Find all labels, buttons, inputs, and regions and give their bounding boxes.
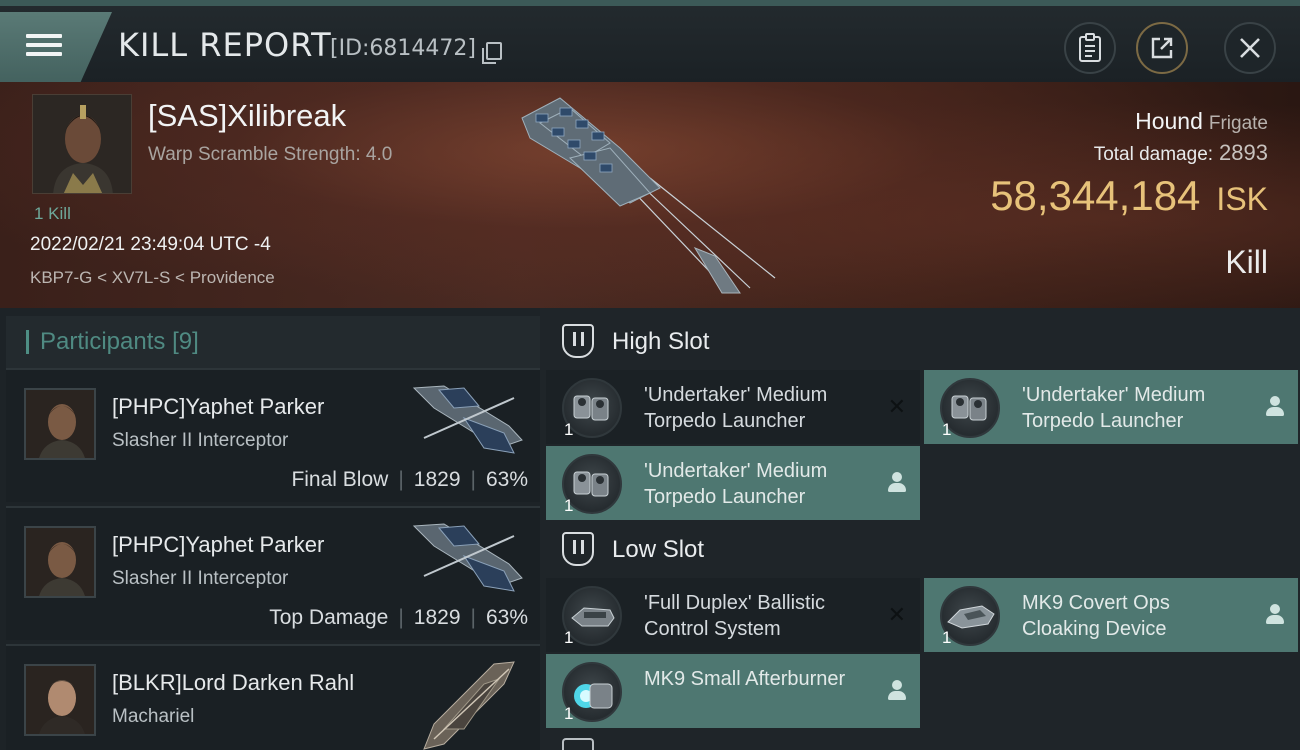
title-bar: KILL REPORT [ID:6814472] bbox=[0, 0, 1300, 82]
clipboard-button[interactable] bbox=[1064, 22, 1116, 74]
fittings-panel: High Slot 1 'Undertaker' Medium Torpedo … bbox=[540, 308, 1300, 750]
close-button[interactable] bbox=[1224, 22, 1276, 74]
total-damage: Total damage: 2893 bbox=[1094, 140, 1268, 166]
participant-name[interactable]: [PHPC]Yaphet Parker bbox=[112, 394, 324, 420]
module-quantity: 1 bbox=[942, 628, 952, 647]
module-name: 'Undertaker' Medium Torpedo Launcher bbox=[644, 460, 828, 508]
participant-ship-image bbox=[423, 661, 515, 750]
victim-kill-count: 1 Kill bbox=[34, 204, 71, 223]
share-icon bbox=[1151, 37, 1173, 59]
module-quantity: 1 bbox=[564, 496, 574, 515]
victim-name[interactable]: [SAS]Xilibreak bbox=[148, 98, 346, 134]
destroyed-icon: ✕ bbox=[887, 602, 906, 627]
participant-ship-image bbox=[412, 385, 523, 454]
low-slot-header: Low Slot bbox=[540, 520, 1300, 578]
module-item[interactable]: 1 'Undertaker' Medium Torpedo Launcher bbox=[924, 370, 1298, 444]
module-name: 'Undertaker' Medium Torpedo Launcher bbox=[644, 384, 828, 432]
ship-name: Hound bbox=[1135, 108, 1203, 134]
module-quantity: 1 bbox=[942, 420, 952, 439]
high-slot-title: High Slot bbox=[612, 328, 710, 355]
participant-ship: Slasher II Interceptor bbox=[112, 568, 289, 589]
participant-card[interactable]: [BLKR]Lord Darken Rahl Machariel bbox=[6, 644, 540, 750]
participant-role: Final Blow bbox=[291, 468, 389, 491]
participant-stats: Top Damage | 1829 | 63% bbox=[269, 606, 528, 629]
victim-ship[interactable]: Hound Frigate bbox=[1135, 108, 1268, 135]
module-quantity: 1 bbox=[564, 628, 574, 647]
participants-title: Participants [9] bbox=[40, 328, 199, 355]
participant-role: Top Damage bbox=[269, 606, 389, 629]
avatar bbox=[24, 526, 96, 598]
avatar bbox=[24, 388, 96, 460]
total-damage-label: Total damage: bbox=[1093, 144, 1214, 165]
participant-ship-image bbox=[412, 523, 523, 592]
participant-card[interactable]: [PHPC]Yaphet Parker Slasher II Intercept… bbox=[6, 368, 540, 502]
participant-damage: 1829 bbox=[413, 606, 461, 629]
total-damage-value: 2893 bbox=[1219, 140, 1268, 165]
warp-scramble-strength: Warp Scramble Strength: 4.0 bbox=[148, 144, 393, 165]
dropped-person-icon bbox=[1266, 396, 1284, 416]
participant-percent: 63% bbox=[485, 606, 528, 629]
participant-ship: Machariel bbox=[112, 706, 195, 727]
low-slot-icon bbox=[562, 532, 594, 566]
share-button[interactable] bbox=[1136, 22, 1188, 74]
kill-id: [ID:6814472] bbox=[330, 36, 476, 61]
module-name: 'Undertaker' Medium Torpedo Launcher bbox=[1022, 384, 1206, 432]
header-accent-bar bbox=[26, 330, 29, 354]
victim-avatar[interactable] bbox=[32, 94, 132, 194]
isk-unit: ISK bbox=[1216, 181, 1268, 217]
module-item[interactable]: 1 'Full Duplex' Ballistic Control System… bbox=[546, 578, 920, 652]
clipboard-icon bbox=[1079, 33, 1101, 62]
participants-count: [9] bbox=[172, 328, 199, 355]
module-quantity: 1 bbox=[564, 704, 574, 723]
module-item[interactable]: 1 'Undertaker' Medium Torpedo Launcher ✕ bbox=[546, 370, 920, 444]
dropped-person-icon bbox=[1266, 604, 1284, 624]
participants-panel: Participants [9] [PHPC]Yaphet Parker Sla… bbox=[0, 308, 540, 750]
dropped-person-icon bbox=[888, 680, 906, 700]
low-slot-title: Low Slot bbox=[612, 536, 705, 563]
kill-result-label: Kill bbox=[1225, 244, 1268, 280]
participant-ship: Slasher II Interceptor bbox=[112, 430, 289, 451]
high-slot-header: High Slot bbox=[540, 312, 1300, 370]
participant-stats: Final Blow | 1829 | 63% bbox=[291, 468, 528, 491]
dropped-person-icon bbox=[888, 472, 906, 492]
module-name: 'Full Duplex' Ballistic Control System bbox=[644, 592, 826, 640]
mid-slot-icon bbox=[562, 738, 594, 750]
page-title: KILL REPORT bbox=[118, 26, 332, 64]
module-item[interactable]: 1 MK9 Small Afterburner bbox=[546, 654, 920, 728]
high-slot-icon bbox=[562, 324, 594, 358]
participant-name[interactable]: [PHPC]Yaphet Parker bbox=[112, 532, 324, 558]
isk-value: 58,344,184 ISK bbox=[990, 172, 1268, 220]
participant-name[interactable]: [BLKR]Lord Darken Rahl bbox=[112, 670, 354, 696]
copy-icon[interactable] bbox=[482, 42, 502, 64]
victim-header: [SAS]Xilibreak Warp Scramble Strength: 4… bbox=[0, 82, 1300, 308]
kill-location: KBP7-G < XV7L-S < Providence bbox=[30, 268, 275, 287]
participant-card[interactable]: [PHPC]Yaphet Parker Slasher II Intercept… bbox=[6, 506, 540, 640]
close-icon bbox=[1240, 38, 1260, 58]
kill-timestamp: 2022/02/21 23:49:04 UTC -4 bbox=[30, 234, 271, 255]
module-item[interactable]: 1 MK9 Covert Ops Cloaking Device bbox=[924, 578, 1298, 652]
victim-ship-image bbox=[521, 97, 776, 294]
module-item[interactable]: 1 'Undertaker' Medium Torpedo Launcher bbox=[546, 446, 920, 520]
participants-header: Participants [9] bbox=[6, 316, 540, 368]
ship-class: Frigate bbox=[1208, 113, 1268, 134]
participant-damage: 1829 bbox=[413, 468, 461, 491]
module-quantity: 1 bbox=[564, 420, 574, 439]
module-name: MK9 Covert Ops Cloaking Device bbox=[1022, 592, 1170, 640]
avatar bbox=[24, 664, 96, 736]
isk-amount: 58,344,184 bbox=[990, 172, 1201, 219]
destroyed-icon: ✕ bbox=[887, 394, 906, 419]
module-name: MK9 Small Afterburner bbox=[644, 668, 846, 690]
participant-percent: 63% bbox=[485, 468, 528, 491]
menu-button[interactable] bbox=[0, 12, 112, 82]
